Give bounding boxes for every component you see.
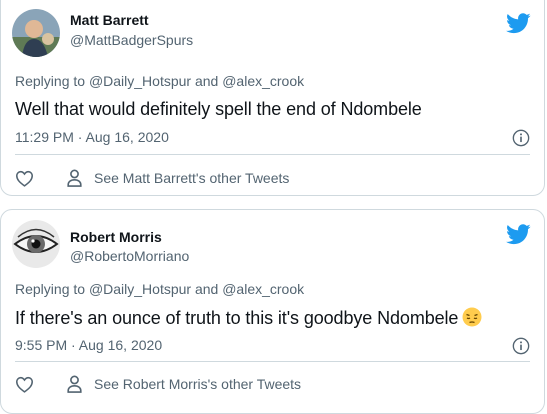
tweet-text-body: If there's an ounce of truth to this it'… [15, 308, 459, 328]
mention-link[interactable]: @alex_crook [222, 73, 304, 89]
and-word: and [194, 73, 219, 89]
mention-link[interactable]: @Daily_Hotspur [89, 73, 191, 89]
twitter-bird-icon[interactable] [506, 13, 531, 34]
avatar[interactable] [12, 9, 60, 57]
see-other-tweets-link[interactable]: See Robert Morris's other Tweets [94, 376, 301, 392]
divider [15, 361, 530, 362]
author-name[interactable]: Matt Barrett [70, 12, 149, 28]
replying-to: Replying to @Daily_Hotspur and @alex_cro… [15, 73, 304, 89]
author-handle[interactable]: @MattBadgerSpurs [70, 32, 193, 48]
twitter-bird-icon[interactable] [506, 224, 531, 245]
like-heart-icon[interactable] [15, 376, 34, 393]
tweet-card[interactable]: Matt Barrett @MattBadgerSpurs Replying t… [0, 0, 545, 196]
person-icon[interactable] [66, 169, 83, 187]
like-heart-icon[interactable] [15, 170, 34, 187]
tweet-timestamp[interactable]: 9:55 PM · Aug 16, 2020 [15, 337, 162, 353]
tweet-text: If there's an ounce of truth to this it'… [15, 307, 482, 329]
info-icon[interactable] [512, 129, 530, 147]
divider [15, 154, 530, 155]
mention-link[interactable]: @Daily_Hotspur [89, 281, 191, 297]
avatar[interactable] [12, 220, 60, 268]
replying-to: Replying to @Daily_Hotspur and @alex_cro… [15, 281, 304, 297]
pensive-face-icon [462, 307, 482, 327]
author-handle[interactable]: @RobertoMorriano [70, 248, 189, 264]
mention-link[interactable]: @alex_crook [222, 281, 304, 297]
replying-prefix: Replying to [15, 281, 86, 297]
info-icon[interactable] [512, 337, 530, 355]
tweet-timestamp[interactable]: 11:29 PM · Aug 16, 2020 [15, 129, 169, 145]
tweet-card[interactable]: Robert Morris @RobertoMorriano Replying … [0, 209, 545, 414]
person-icon[interactable] [66, 375, 83, 393]
tweet-text: Well that would definitely spell the end… [15, 99, 422, 119]
see-other-tweets-link[interactable]: See Matt Barrett's other Tweets [94, 170, 289, 186]
replying-prefix: Replying to [15, 73, 86, 89]
author-name[interactable]: Robert Morris [70, 229, 162, 245]
and-word: and [194, 281, 219, 297]
